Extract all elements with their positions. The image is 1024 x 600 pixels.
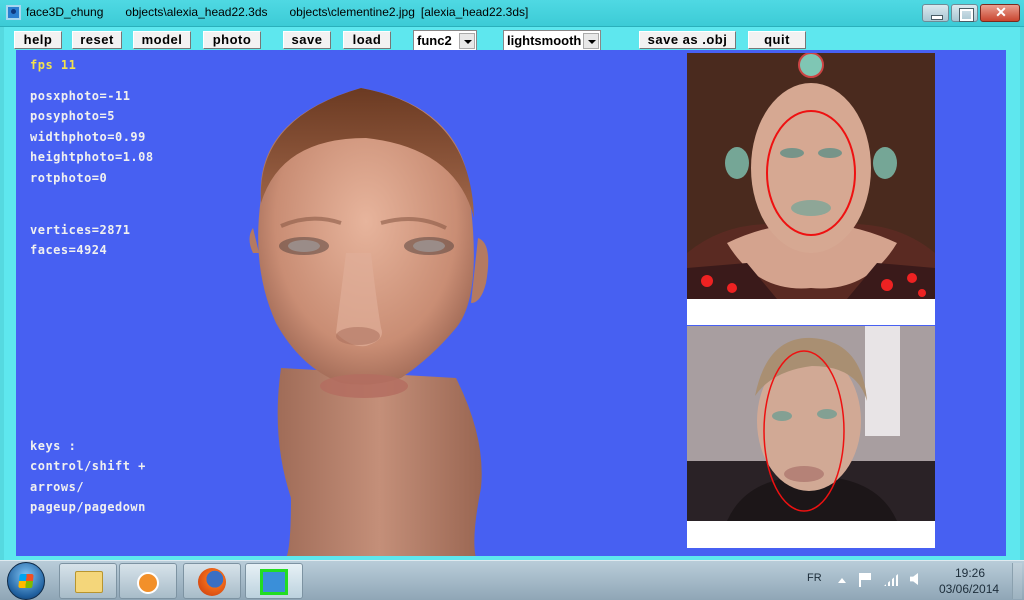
taskbar-file-explorer[interactable] — [59, 563, 117, 599]
minimize-button[interactable] — [922, 4, 949, 22]
reset-button[interactable]: reset — [72, 31, 122, 49]
width-photo-readout: widthphoto=0.99 — [30, 130, 146, 144]
posy-photo-readout: posyphoto=5 — [30, 109, 115, 123]
firefox-icon — [198, 568, 226, 596]
volume-icon[interactable] — [910, 573, 918, 585]
keys-hint-line-1: control/shift + — [30, 459, 146, 473]
taskbar-media-player[interactable] — [119, 563, 177, 599]
taskbar: FR 19:26 03/06/2014 — [0, 560, 1024, 600]
show-hidden-icons-button[interactable] — [838, 578, 846, 583]
clock-time[interactable]: 19:26 — [955, 566, 985, 580]
rot-photo-readout: rotphoto=0 — [30, 171, 108, 185]
3d-viewport[interactable]: fps 11 posxphoto=-11 posyphoto=5 widthph… — [16, 50, 1006, 556]
3d-head-model[interactable] — [231, 78, 501, 556]
action-center-flag-icon[interactable] — [859, 573, 871, 587]
fps-counter: fps 11 — [30, 58, 77, 72]
vertices-count: vertices=2871 — [30, 223, 131, 237]
texture-panel-margin — [687, 299, 935, 325]
face3d-app-icon — [260, 569, 288, 595]
photo-button[interactable]: photo — [203, 31, 261, 49]
close-icon: ✕ — [995, 4, 1007, 20]
photo-panel-margin — [687, 521, 935, 548]
folder-icon — [75, 571, 103, 593]
reference-photo-preview[interactable] — [687, 326, 935, 521]
clock-date[interactable]: 03/06/2014 — [939, 582, 999, 596]
language-indicator[interactable]: FR — [807, 572, 822, 584]
save-button[interactable]: save — [283, 31, 331, 49]
title-app-name: face3D_chung — [26, 5, 104, 19]
model-button[interactable]: model — [133, 31, 191, 49]
lighting-select-value: lightsmooth — [507, 33, 582, 48]
function-select[interactable]: func2 — [413, 30, 477, 52]
help-button[interactable]: help — [14, 31, 62, 49]
title-photo-path: objects\clementine2.jpg — [289, 5, 415, 19]
show-desktop-button[interactable] — [1012, 563, 1022, 599]
title-bar[interactable]: face3D_chung objects\alexia_head22.3ds obj… — [0, 0, 1024, 27]
chevron-down-icon[interactable] — [583, 33, 599, 49]
network-signal-icon[interactable] — [884, 574, 898, 586]
lighting-select[interactable]: lightsmooth — [503, 30, 601, 52]
window-title: face3D_chung objects\alexia_head22.3ds obj… — [26, 5, 528, 19]
ear-left — [249, 228, 259, 253]
save-as-obj-button[interactable]: save as .obj — [639, 31, 736, 49]
title-model-path: objects\alexia_head22.3ds — [125, 5, 268, 19]
app-icon — [6, 5, 21, 20]
start-button[interactable] — [7, 562, 45, 600]
maximize-button[interactable] — [951, 4, 978, 22]
chevron-down-icon[interactable] — [459, 33, 475, 49]
texture-map-preview[interactable] — [687, 53, 935, 299]
keys-hint-line-2: arrows/ — [30, 480, 85, 494]
media-player-icon — [137, 572, 159, 594]
quit-button[interactable]: quit — [748, 31, 806, 49]
title-current-model: [alexia_head22.3ds] — [420, 5, 529, 19]
lips — [320, 374, 408, 398]
taskbar-firefox[interactable] — [183, 563, 241, 599]
faces-count: faces=4924 — [30, 243, 108, 257]
load-button[interactable]: load — [343, 31, 391, 49]
taskbar-face3d-app[interactable] — [245, 563, 303, 599]
close-button[interactable]: ✕ — [980, 4, 1020, 22]
function-select-value: func2 — [417, 33, 452, 48]
keys-title: keys : — [30, 439, 77, 453]
keys-hint-line-3: pageup/pagedown — [30, 500, 146, 514]
height-photo-readout: heightphoto=1.08 — [30, 150, 154, 164]
posx-photo-readout: posxphoto=-11 — [30, 89, 131, 103]
